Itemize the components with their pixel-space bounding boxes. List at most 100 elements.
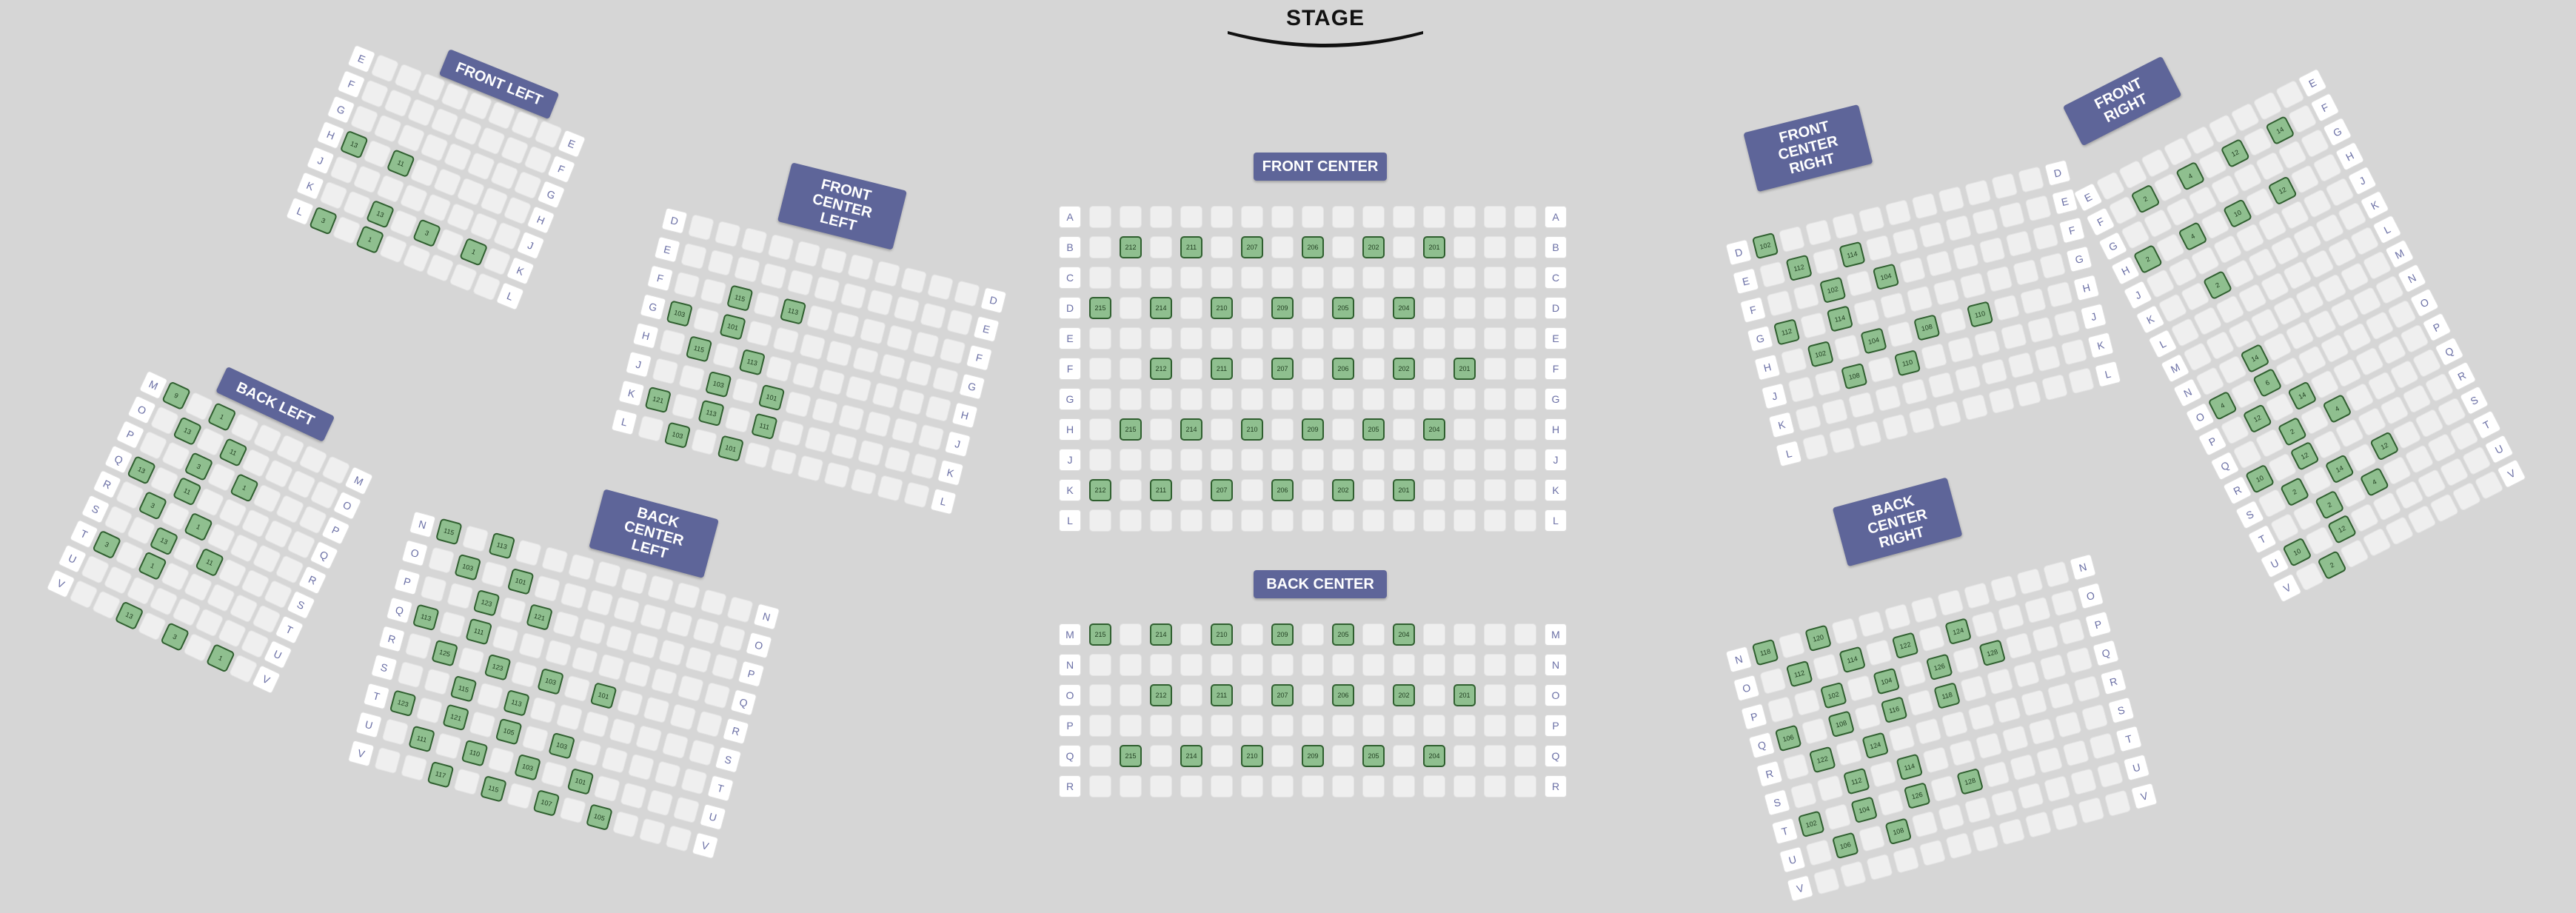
seat-available[interactable] xyxy=(1453,654,1476,676)
seat-selected[interactable]: 117 xyxy=(426,760,455,789)
seat-available[interactable] xyxy=(1211,206,1233,228)
seat-available[interactable] xyxy=(1150,449,1172,471)
seat-available[interactable] xyxy=(770,448,797,475)
seat-available[interactable] xyxy=(837,404,865,432)
seat-selected[interactable]: 209 xyxy=(1271,623,1294,646)
seat-available[interactable] xyxy=(1793,283,1820,310)
seat-available[interactable] xyxy=(752,291,780,318)
seat-selected[interactable]: 209 xyxy=(1271,297,1294,319)
seat-available[interactable] xyxy=(638,817,666,846)
seat-selected[interactable]: 115 xyxy=(435,518,463,546)
seat-available[interactable] xyxy=(1089,236,1111,258)
seat-available[interactable] xyxy=(1514,715,1536,737)
seat-available[interactable] xyxy=(646,575,675,602)
seat-available[interactable] xyxy=(1453,449,1476,471)
seat-available[interactable] xyxy=(652,358,679,385)
seat-available[interactable] xyxy=(1120,388,1142,410)
seat-available[interactable] xyxy=(1959,272,1987,299)
seat-available[interactable] xyxy=(578,618,606,646)
seat-selected[interactable]: 118 xyxy=(1933,682,1961,709)
seat-available[interactable] xyxy=(680,767,708,795)
seat-available[interactable] xyxy=(1241,206,1263,228)
seat-available[interactable] xyxy=(886,324,913,352)
seat-selected[interactable]: 204 xyxy=(1393,623,1415,646)
seat-available[interactable] xyxy=(669,703,697,731)
seat-available[interactable] xyxy=(678,364,706,392)
seat-available[interactable] xyxy=(786,269,814,296)
seat-available[interactable] xyxy=(1362,388,1385,410)
seat-selected[interactable]: 124 xyxy=(1944,618,1973,646)
seat-selected[interactable]: 111 xyxy=(465,618,493,646)
seat-available[interactable] xyxy=(1089,388,1111,410)
seat-available[interactable] xyxy=(1089,358,1111,380)
seat-available[interactable] xyxy=(1925,250,1953,278)
seat-selected[interactable]: 209 xyxy=(1302,418,1324,441)
seat-available[interactable] xyxy=(1120,358,1142,380)
seat-available[interactable] xyxy=(1484,418,1506,441)
seat-selected[interactable]: 101 xyxy=(757,384,786,412)
seat-selected[interactable]: 215 xyxy=(1089,297,1111,319)
seat-available[interactable] xyxy=(1241,715,1263,737)
seat-available[interactable] xyxy=(567,553,595,581)
seat-available[interactable] xyxy=(2013,258,2040,287)
seat-available[interactable] xyxy=(518,632,546,660)
seat-selected[interactable]: 202 xyxy=(1393,684,1415,706)
seat-available[interactable] xyxy=(1952,646,1980,674)
seat-available[interactable] xyxy=(671,392,698,421)
seat-available[interactable] xyxy=(646,789,674,817)
seat-available[interactable] xyxy=(1362,509,1385,532)
seat-selected[interactable]: 121 xyxy=(442,703,470,732)
seat-selected[interactable]: 114 xyxy=(1826,305,1854,332)
seat-available[interactable] xyxy=(499,596,527,624)
seat-selected[interactable]: 210 xyxy=(1211,297,1233,319)
seat-available[interactable] xyxy=(1241,297,1263,319)
seat-available[interactable] xyxy=(1393,206,1415,228)
seat-available[interactable] xyxy=(2081,703,2109,732)
seat-available[interactable] xyxy=(1271,745,1294,767)
seat-available[interactable] xyxy=(1271,715,1294,737)
seat-available[interactable] xyxy=(1120,479,1142,501)
seat-available[interactable] xyxy=(703,681,731,709)
seat-available[interactable] xyxy=(1914,718,1942,746)
seat-available[interactable] xyxy=(912,331,940,358)
seat-selected[interactable]: 101 xyxy=(566,768,595,795)
seat-selected[interactable]: 108 xyxy=(1913,314,1941,341)
seat-available[interactable] xyxy=(665,825,693,852)
seat-available[interactable] xyxy=(905,359,933,387)
seat-available[interactable] xyxy=(731,377,759,405)
seat-available[interactable] xyxy=(1453,775,1476,797)
seat-available[interactable] xyxy=(1865,234,1893,262)
seat-available[interactable] xyxy=(476,682,504,710)
seat-available[interactable] xyxy=(1831,212,1859,240)
seat-available[interactable] xyxy=(2013,660,2041,689)
seat-available[interactable] xyxy=(1918,839,1947,867)
seat-available[interactable] xyxy=(1887,321,1914,348)
seat-available[interactable] xyxy=(1484,509,1506,532)
seat-available[interactable] xyxy=(650,667,678,695)
seat-selected[interactable]: 112 xyxy=(1842,767,1870,795)
seat-available[interactable] xyxy=(1961,393,1989,421)
seat-available[interactable] xyxy=(777,419,805,447)
seat-available[interactable] xyxy=(1884,199,1912,227)
seat-available[interactable] xyxy=(1423,327,1445,350)
seat-available[interactable] xyxy=(1271,236,1294,258)
seat-available[interactable] xyxy=(1794,404,1822,432)
seat-available[interactable] xyxy=(792,361,819,389)
seat-available[interactable] xyxy=(1816,775,1844,803)
seat-available[interactable] xyxy=(1302,327,1324,350)
seat-available[interactable] xyxy=(1938,186,1965,213)
seat-available[interactable] xyxy=(2058,618,2086,646)
seat-available[interactable] xyxy=(1835,739,1863,766)
seat-available[interactable] xyxy=(714,220,741,248)
seat-available[interactable] xyxy=(1877,789,1904,817)
seat-available[interactable] xyxy=(1940,307,1967,335)
seat-selected[interactable]: 211 xyxy=(1180,236,1202,258)
seat-available[interactable] xyxy=(1998,201,2026,229)
seat-selected[interactable]: 206 xyxy=(1332,684,1354,706)
seat-available[interactable] xyxy=(1089,206,1111,228)
seat-available[interactable] xyxy=(627,753,655,781)
seat-selected[interactable]: 104 xyxy=(1873,667,1901,695)
seat-selected[interactable]: 114 xyxy=(1839,646,1867,674)
seat-available[interactable] xyxy=(1801,717,1829,745)
seat-available[interactable] xyxy=(673,271,700,298)
